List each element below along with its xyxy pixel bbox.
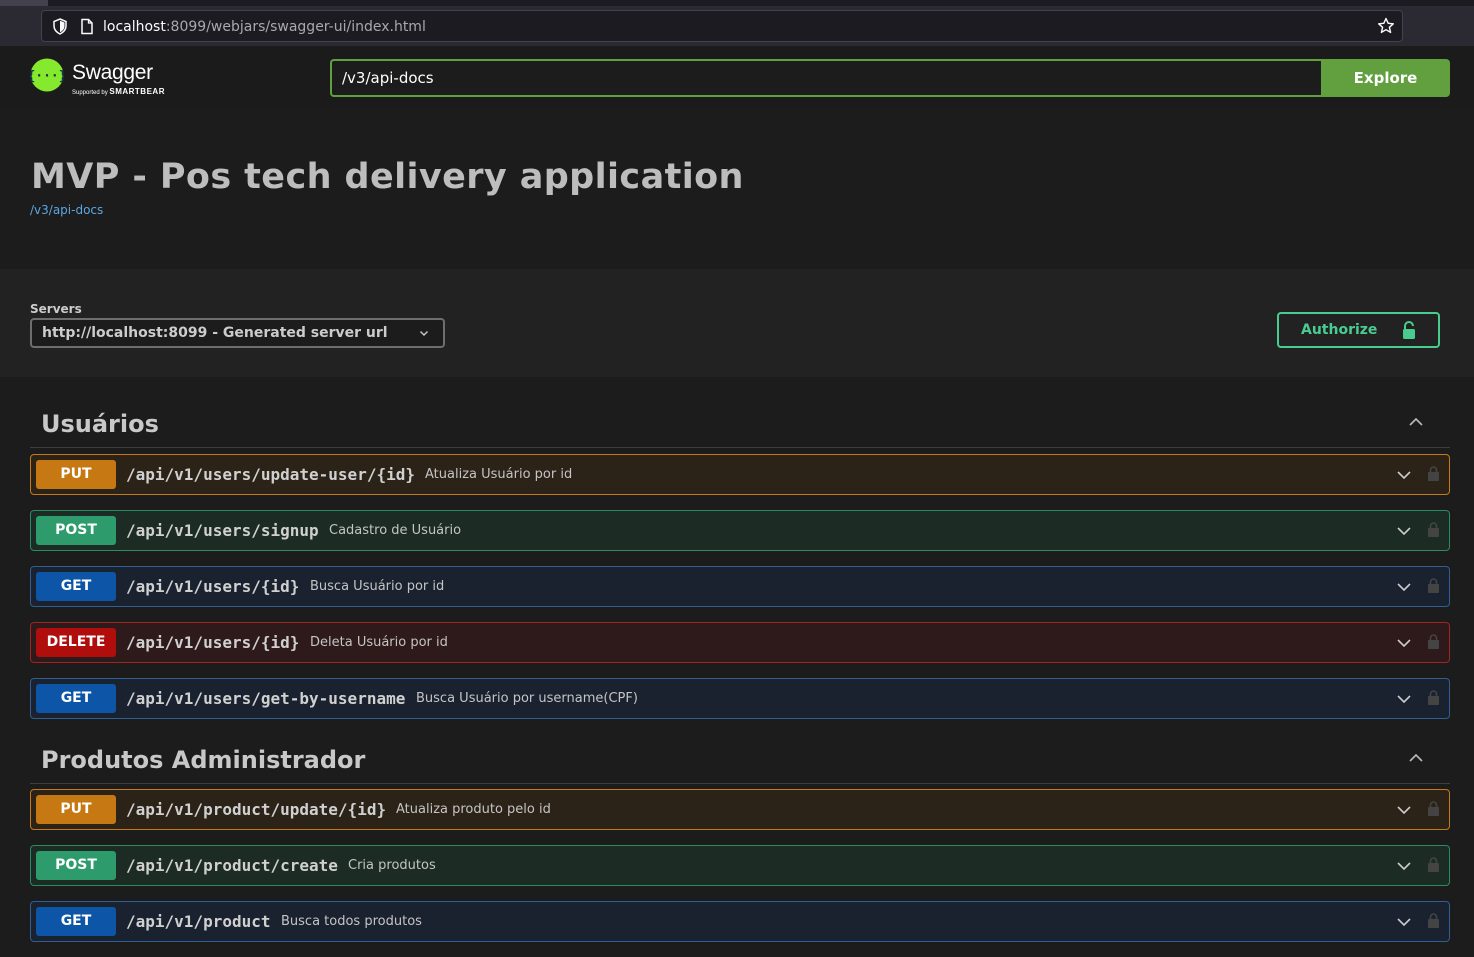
chevron-down-icon[interactable]	[1396, 469, 1412, 480]
operation-put-update-user[interactable]: PUT /api/v1/users/update-user/{id} Atual…	[30, 454, 1450, 495]
chevron-down-icon[interactable]	[1396, 525, 1412, 536]
method-badge: DELETE	[36, 628, 116, 657]
operation-summary: Cria produtos	[348, 858, 436, 873]
explore-button[interactable]: Explore	[1321, 59, 1450, 97]
method-badge: POST	[36, 516, 116, 545]
operation-path: /api/v1/product/update/{id}	[126, 800, 387, 819]
chevron-down-icon[interactable]	[1396, 916, 1412, 927]
lock-icon[interactable]	[1427, 912, 1440, 929]
operation-path: /api/v1/users/{id}	[126, 577, 300, 596]
operation-summary: Busca Usuário por username(CPF)	[416, 691, 638, 706]
chevron-down-icon[interactable]	[1396, 804, 1412, 815]
operation-summary: Atualiza produto pelo id	[396, 802, 551, 817]
tag-name: Usuários	[41, 410, 159, 438]
method-badge: POST	[36, 851, 116, 880]
chevron-up-icon[interactable]	[1408, 416, 1424, 428]
chevron-down-icon[interactable]	[1396, 637, 1412, 648]
active-tab[interactable]	[0, 0, 48, 6]
method-badge: PUT	[36, 795, 116, 824]
method-badge: PUT	[36, 460, 116, 489]
lock-icon[interactable]	[1427, 633, 1440, 650]
operation-path: /api/v1/users/update-user/{id}	[126, 465, 415, 484]
lock-icon[interactable]	[1427, 521, 1440, 538]
method-badge: GET	[36, 684, 116, 713]
servers-selected-value: http://localhost:8099 - Generated server…	[42, 325, 388, 341]
star-icon[interactable]	[1377, 17, 1395, 35]
operation-path: /api/v1/users/get-by-username	[126, 689, 406, 708]
lock-icon[interactable]	[1427, 689, 1440, 706]
operation-summary: Atualiza Usuário por id	[425, 467, 573, 482]
operation-get-by-username[interactable]: GET /api/v1/users/get-by-username Busca …	[30, 678, 1450, 719]
lock-icon[interactable]	[1427, 465, 1440, 482]
operation-summary: Busca todos produtos	[281, 914, 422, 929]
address-bar[interactable]: localhost:8099/webjars/swagger-ui/index.…	[41, 10, 1403, 42]
browser-toolbar: localhost:8099/webjars/swagger-ui/index.…	[0, 0, 1474, 46]
spec-link[interactable]: /v3/api-docs	[30, 203, 103, 217]
chevron-down-icon[interactable]	[1396, 693, 1412, 704]
page-title: MVP - Pos tech delivery application	[31, 157, 744, 197]
operation-summary: Busca Usuário por id	[310, 579, 445, 594]
servers-label: Servers	[30, 302, 82, 316]
url-text: localhost:8099/webjars/swagger-ui/index.…	[103, 18, 426, 36]
shield-icon[interactable]	[52, 18, 68, 35]
lock-icon	[1403, 321, 1415, 339]
operation-path: /api/v1/product	[126, 912, 271, 931]
operation-path: /api/v1/users/signup	[126, 521, 319, 540]
api-info: MVP - Pos tech delivery application /v3/…	[0, 107, 1474, 269]
swagger-topbar: {···} Swagger Supported by SMARTBEAR /v3…	[0, 46, 1474, 107]
spec-url-input[interactable]: /v3/api-docs	[330, 59, 1322, 97]
chevron-down-icon[interactable]	[1396, 860, 1412, 871]
operation-summary: Deleta Usuário por id	[310, 635, 448, 650]
chevron-down-icon	[420, 331, 428, 336]
operation-path: /api/v1/product/create	[126, 856, 338, 875]
operation-post-signup[interactable]: POST /api/v1/users/signup Cadastro de Us…	[30, 510, 1450, 551]
method-badge: GET	[36, 907, 116, 936]
operation-get-user-by-id[interactable]: GET /api/v1/users/{id} Busca Usuário por…	[30, 566, 1450, 607]
swagger-logo[interactable]: {···} Swagger Supported by SMARTBEAR	[30, 56, 180, 100]
lock-icon[interactable]	[1427, 856, 1440, 873]
logo-subtitle: Supported by SMARTBEAR	[72, 87, 165, 96]
tag-header-usuarios[interactable]: Usuários	[30, 396, 1450, 448]
logo-text: Swagger	[72, 61, 153, 84]
lock-icon[interactable]	[1427, 577, 1440, 594]
url-host: localhost	[103, 19, 166, 35]
operation-path: /api/v1/users/{id}	[126, 633, 300, 652]
url-path: :8099/webjars/swagger-ui/index.html	[165, 19, 426, 35]
method-badge: GET	[36, 572, 116, 601]
authorize-button[interactable]: Authorize	[1277, 312, 1440, 348]
tag-name: Produtos Administrador	[41, 746, 366, 774]
tag-header-produtos-administrador[interactable]: Produtos Administrador	[30, 732, 1450, 784]
operation-delete-user-by-id[interactable]: DELETE /api/v1/users/{id} Deleta Usuário…	[30, 622, 1450, 663]
servers-select[interactable]: http://localhost:8099 - Generated server…	[30, 318, 445, 348]
logo-sub-small: Supported by	[72, 90, 110, 96]
scheme-container: Servers http://localhost:8099 - Generate…	[0, 269, 1474, 377]
page-icon	[81, 18, 93, 35]
chevron-up-icon[interactable]	[1408, 752, 1424, 764]
lock-icon[interactable]	[1427, 800, 1440, 817]
operation-post-product-create[interactable]: POST /api/v1/product/create Cria produto…	[30, 845, 1450, 886]
operation-summary: Cadastro de Usuário	[329, 523, 462, 538]
chevron-down-icon[interactable]	[1396, 581, 1412, 592]
operation-get-all-products[interactable]: GET /api/v1/product Busca todos produtos	[30, 901, 1450, 942]
swagger-logo-icon: {···}	[30, 58, 64, 92]
svg-text:{···}: {···}	[30, 69, 64, 84]
operation-put-product-update[interactable]: PUT /api/v1/product/update/{id} Atualiza…	[30, 789, 1450, 830]
logo-sub-brand: SMARTBEAR	[109, 87, 165, 96]
tab-strip	[0, 0, 1474, 6]
authorize-label: Authorize	[1301, 322, 1378, 338]
